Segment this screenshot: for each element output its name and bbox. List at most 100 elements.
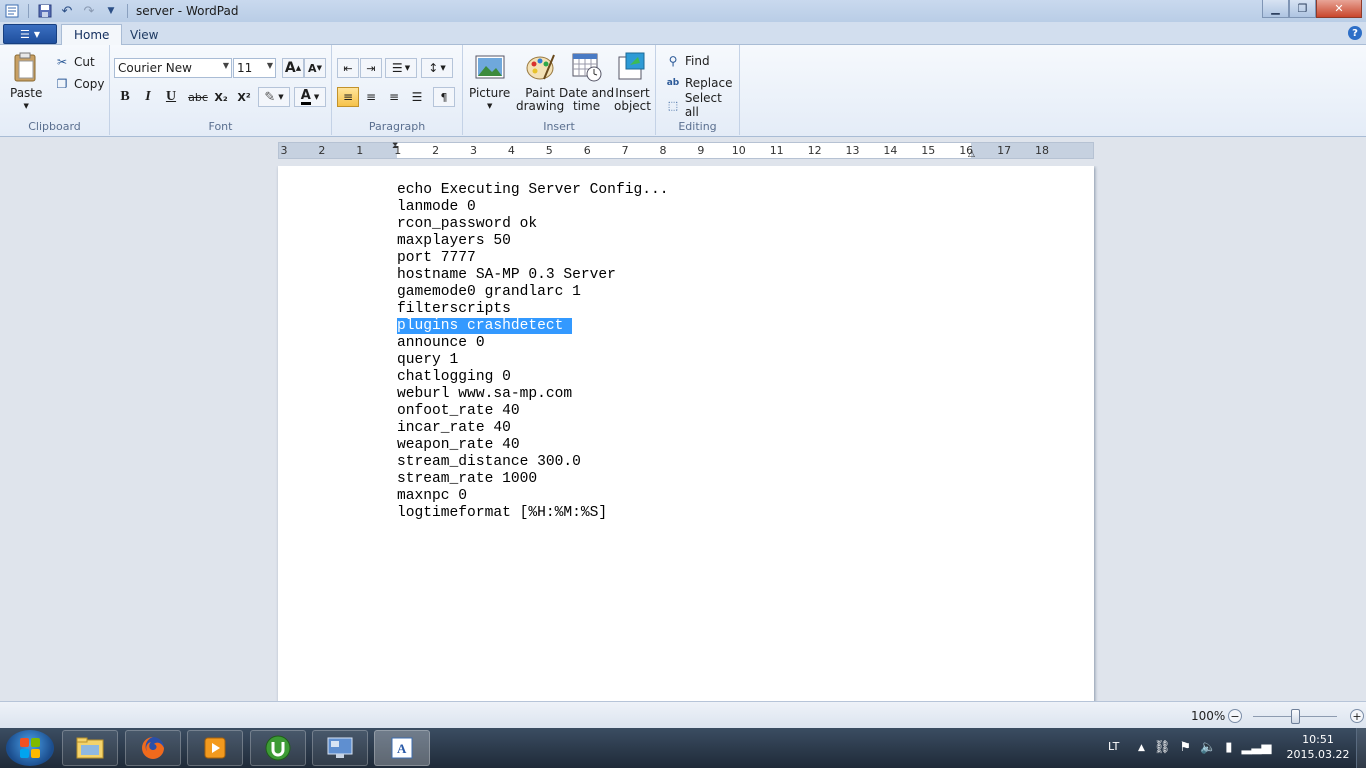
text-line-content: onfoot_rate 40: [397, 403, 520, 419]
select-all-button[interactable]: ⬚ Select all: [665, 91, 739, 119]
font-family-select[interactable]: Courier New ▼: [114, 58, 232, 78]
tab-view[interactable]: View: [118, 24, 170, 45]
zoom-out-button[interactable]: −: [1228, 709, 1242, 723]
bullets-button[interactable]: ☰ ▼: [385, 58, 417, 78]
maximize-button[interactable]: ❐: [1289, 0, 1316, 18]
line-spacing-icon: ↕: [428, 61, 439, 75]
text-line[interactable]: onfoot_rate 40: [397, 403, 669, 420]
undo-icon[interactable]: ↶: [59, 3, 75, 19]
picture-button[interactable]: Picture ▼: [469, 51, 510, 113]
text-line[interactable]: announce 0: [397, 335, 669, 352]
text-line[interactable]: gamemode0 grandlarc 1: [397, 284, 669, 301]
cut-button[interactable]: ✂ Cut: [54, 53, 95, 71]
chevron-down-icon: ▼: [313, 93, 320, 101]
justify-button[interactable]: ☰: [406, 87, 428, 107]
paste-button[interactable]: Paste ▼: [10, 51, 42, 113]
text-color-button[interactable]: A ▼: [294, 87, 326, 107]
text-line[interactable]: incar_rate 40: [397, 420, 669, 437]
copy-button[interactable]: ❐ Copy: [54, 75, 105, 93]
taskbar-utorrent[interactable]: [250, 730, 306, 766]
editing-group: ⚲ Find ab Replace ⬚ Select all Editing: [656, 45, 740, 135]
document-page[interactable]: echo Executing Server Config... lanmode 0…: [278, 166, 1094, 701]
action-center-icon[interactable]: ⚑: [1179, 740, 1191, 755]
select-all-icon: ⬚: [667, 98, 679, 112]
taskbar-explorer[interactable]: [62, 730, 118, 766]
minimize-button[interactable]: ▁: [1262, 0, 1289, 18]
text-line[interactable]: weburl www.sa-mp.com: [397, 386, 669, 403]
start-button[interactable]: [6, 730, 54, 766]
document-text[interactable]: echo Executing Server Config... lanmode 0…: [397, 182, 669, 522]
paint-drawing-button[interactable]: Paint drawing: [516, 51, 564, 113]
align-center-button[interactable]: ≡: [360, 87, 382, 107]
chevron-down-icon: ▼: [266, 61, 273, 70]
highlight-color-button[interactable]: ✎ ▼: [258, 87, 290, 107]
text-line[interactable]: stream_rate 1000: [397, 471, 669, 488]
align-right-button[interactable]: ≡: [383, 87, 405, 107]
close-button[interactable]: ✕: [1316, 0, 1362, 18]
power-icon[interactable]: ▮: [1225, 740, 1232, 755]
font-group: Courier New ▼ 11 ▼ A ▲ A ▼ B I U abc X₂ X²…: [110, 45, 332, 135]
replace-button[interactable]: ab Replace: [665, 74, 733, 92]
taskbar-media-player[interactable]: [187, 730, 243, 766]
left-indent-marker[interactable]: ⧗: [392, 141, 398, 151]
horizontal-ruler[interactable]: 3 2 1 1 2 3 4 5 6 7 8 9 10 11 12 13 14 15 16 17 18 ⧗ △: [278, 141, 1094, 159]
text-line[interactable]: lanmode 0: [397, 199, 669, 216]
text-line[interactable]: chatlogging 0: [397, 369, 669, 386]
clipboard-group-label: Clipboard: [28, 120, 81, 133]
clock[interactable]: 10:51 2015.03.22: [1282, 732, 1354, 762]
text-line[interactable]: stream_distance 300.0: [397, 454, 669, 471]
application-menu-button[interactable]: ☰ ▼: [3, 24, 57, 44]
text-line-content: logtimeformat [%H:%M:%S]: [397, 505, 608, 521]
find-button[interactable]: ⚲ Find: [665, 52, 710, 70]
text-line[interactable]: hostname SA-MP 0.3 Server: [397, 267, 669, 284]
italic-button[interactable]: I: [137, 87, 159, 107]
underline-button[interactable]: U: [160, 87, 182, 107]
tab-home[interactable]: Home: [61, 24, 123, 45]
text-line[interactable]: maxnpc 0: [397, 488, 669, 505]
ribbon: Paste ▼ ✂ Cut ❐ Copy Clipboard Courier N…: [0, 45, 1366, 137]
volume-icon[interactable]: 🔈: [1200, 740, 1216, 755]
network-signal-icon[interactable]: ▂▃▅: [1241, 740, 1271, 755]
shrink-font-button[interactable]: A ▼: [304, 58, 326, 78]
save-icon[interactable]: [37, 3, 53, 19]
increase-indent-button[interactable]: ⇥: [360, 58, 382, 78]
text-line[interactable]: port 7777: [397, 250, 669, 267]
text-line-content: echo Executing Server Config...: [397, 182, 669, 198]
language-indicator[interactable]: LT: [1108, 740, 1119, 753]
font-group-label: Font: [208, 120, 233, 133]
taskbar-firefox[interactable]: [125, 730, 181, 766]
redo-icon[interactable]: ↷: [81, 3, 97, 19]
insert-object-button[interactable]: Insert object: [614, 51, 651, 113]
subscript-button[interactable]: X₂: [210, 87, 232, 107]
network-sharing-icon[interactable]: ⛓: [1154, 740, 1171, 755]
superscript-label: X²: [237, 90, 251, 104]
text-line[interactable]: maxplayers 50: [397, 233, 669, 250]
text-line[interactable]: filterscripts: [397, 301, 669, 318]
decrease-indent-button[interactable]: ⇤: [337, 58, 359, 78]
zoom-in-button[interactable]: +: [1350, 709, 1364, 723]
bold-button[interactable]: B: [114, 87, 136, 107]
line-spacing-button[interactable]: ↕ ▼: [421, 58, 453, 78]
zoom-slider-thumb[interactable]: [1291, 709, 1300, 724]
wordpad-app-icon[interactable]: [4, 3, 20, 19]
taskbar-remote-desktop[interactable]: [312, 730, 368, 766]
text-line[interactable]: echo Executing Server Config...: [397, 182, 669, 199]
show-desktop-button[interactable]: [1356, 728, 1366, 768]
text-line[interactable]: logtimeformat [%H:%M:%S]: [397, 505, 669, 522]
superscript-button[interactable]: X²: [233, 87, 255, 107]
font-size-select[interactable]: 11 ▼: [233, 58, 276, 78]
strikethrough-button[interactable]: abc: [185, 87, 211, 107]
help-icon[interactable]: ?: [1348, 26, 1362, 40]
text-line[interactable]: query 1: [397, 352, 669, 369]
show-hidden-icons[interactable]: ▲: [1138, 743, 1145, 755]
grow-font-button[interactable]: A ▲: [282, 58, 304, 78]
paragraph-settings-button[interactable]: ¶: [433, 87, 455, 107]
right-indent-marker[interactable]: △: [968, 149, 975, 159]
taskbar-wordpad[interactable]: A: [374, 730, 430, 766]
align-left-button[interactable]: ≡: [337, 87, 359, 107]
date-time-button[interactable]: Date and time: [559, 51, 614, 113]
text-line[interactable]: weapon_rate 40: [397, 437, 669, 454]
selected-text-line[interactable]: plugins crashdetect: [397, 318, 669, 335]
text-line[interactable]: rcon_password ok: [397, 216, 669, 233]
customize-qat-icon[interactable]: ▼: [103, 3, 119, 19]
